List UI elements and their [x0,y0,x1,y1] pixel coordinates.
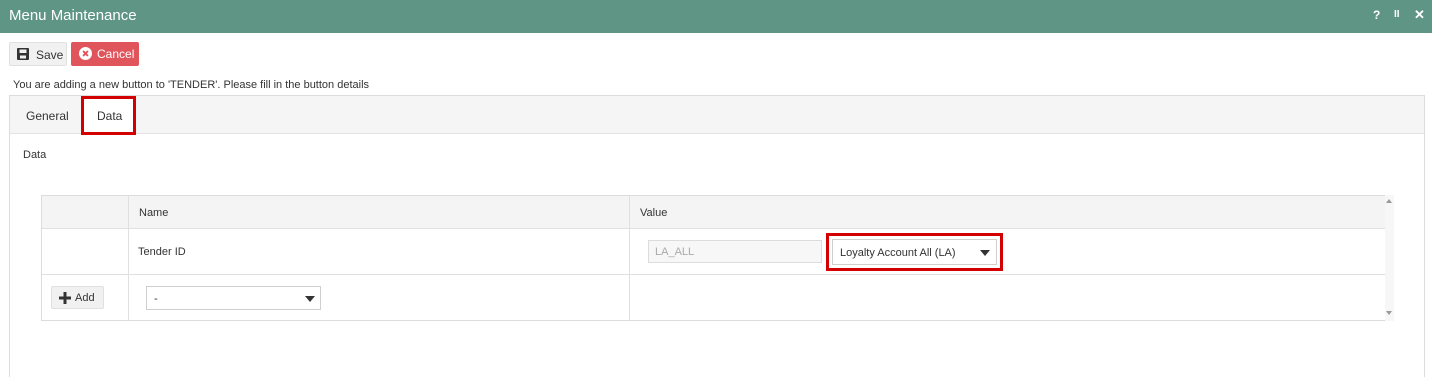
column-divider [128,196,129,320]
vertical-scrollbar[interactable] [1385,195,1394,321]
add-label: Add [75,292,95,304]
plus-icon [59,292,71,304]
grid-header [42,196,1393,229]
save-icon [17,48,29,60]
add-name-select[interactable]: - [146,286,321,310]
close-icon[interactable]: ✕ [1414,7,1425,23]
cancel-button[interactable]: Cancel [71,42,139,66]
details-panel: General Data Data Name Value Tender ID L… [9,95,1425,377]
section-label: Data [23,149,47,161]
save-button[interactable]: Save [9,42,67,66]
row-divider [42,274,1393,275]
cancel-icon [79,47,92,60]
tender-id-field[interactable] [648,240,822,263]
chevron-down-icon [980,250,990,256]
chevron-down-icon [305,296,315,302]
scroll-up-icon[interactable] [1386,199,1392,203]
column-header-value: Value [640,207,668,219]
tab-data[interactable]: Data [81,96,136,135]
cancel-label: Cancel [97,47,135,61]
tab-data-label: Data [97,109,123,123]
info-message: You are adding a new button to 'TENDER'.… [13,79,370,91]
window-title: Menu Maintenance [9,7,137,24]
row-name-tender-id: Tender ID [138,246,186,258]
column-divider [629,196,630,320]
pause-icon[interactable]: II [1394,9,1400,20]
tender-select[interactable]: Loyalty Account All (LA) [832,239,997,265]
tab-general[interactable]: General [10,96,80,134]
column-header-name: Name [139,207,169,219]
add-name-select-value: - [154,293,158,305]
save-label: Save [36,48,64,62]
add-button[interactable]: Add [51,286,104,309]
data-grid: Name Value Tender ID Loyalty Account All… [41,195,1394,321]
tab-general-label: General [26,109,69,123]
tender-select-value: Loyalty Account All (LA) [840,247,956,259]
help-icon[interactable]: ? [1373,8,1380,22]
scroll-down-icon[interactable] [1386,311,1392,315]
tab-strip: General Data [10,96,1424,135]
title-bar: Menu Maintenance ? II ✕ [0,0,1432,33]
